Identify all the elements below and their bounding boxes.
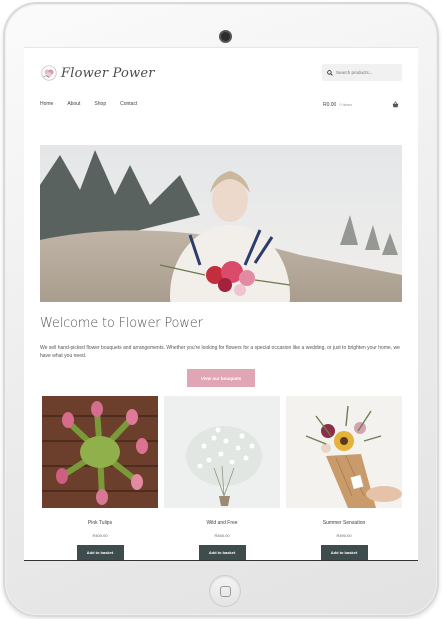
product-name[interactable]: Summer Sensation xyxy=(286,520,402,526)
add-to-basket-button[interactable]: Add to basket xyxy=(198,545,246,560)
nav-item-contact[interactable]: Contact xyxy=(120,101,137,107)
add-to-basket-button[interactable]: Add to basket xyxy=(76,545,124,560)
product-name[interactable]: Wild and Free xyxy=(164,520,280,526)
product-card: Pink Tulips R400.00 Add to basket xyxy=(42,396,158,560)
welcome-heading: Welcome to Flower Power xyxy=(40,316,203,331)
product-card: Wild and Free R450.00 Add to basket xyxy=(164,396,280,560)
camera-icon xyxy=(219,30,232,43)
nav-item-about[interactable]: About xyxy=(67,101,80,107)
pink-tulips-photo-icon xyxy=(42,396,158,508)
bride-with-bouquet-photo-icon xyxy=(40,145,402,302)
search-box[interactable] xyxy=(322,64,402,81)
flower-logo-icon xyxy=(41,65,57,81)
product-image[interactable] xyxy=(42,396,158,508)
cart-link[interactable]: R0.00 0 items xyxy=(323,101,399,108)
home-square-icon xyxy=(220,586,231,597)
product-price: R490.00 xyxy=(336,533,352,538)
product-image[interactable] xyxy=(286,396,402,508)
product-name[interactable]: Pink Tulips xyxy=(42,520,158,526)
product-price: R400.00 xyxy=(92,533,108,538)
view-bouquets-button[interactable]: View our bouquets xyxy=(187,369,255,387)
search-icon xyxy=(327,69,333,76)
screen: Flower Power Home About Shop Contact R0.… xyxy=(24,47,418,561)
site-header: Flower Power Home About Shop Contact R0.… xyxy=(24,48,418,158)
sunflower-bouquet-photo-icon xyxy=(286,396,402,508)
hero-image xyxy=(40,145,402,302)
cart-count: 0 items xyxy=(339,102,353,107)
home-button[interactable] xyxy=(209,575,241,607)
main-nav: Home About Shop Contact xyxy=(40,101,151,107)
product-card: Summer Sensation R490.00 Add to basket xyxy=(286,396,402,560)
search-input[interactable] xyxy=(336,70,396,75)
intro-text: We sell hand-picked flower bouquets and … xyxy=(40,345,400,359)
cart-total: R0.00 xyxy=(323,101,337,108)
logo-text: Flower Power xyxy=(61,65,155,81)
white-flowers-photo-icon xyxy=(164,396,280,508)
product-image[interactable] xyxy=(164,396,280,508)
product-price: R450.00 xyxy=(214,533,230,538)
site-logo[interactable]: Flower Power xyxy=(40,64,155,82)
nav-item-shop[interactable]: Shop xyxy=(94,101,106,107)
basket-icon xyxy=(392,101,399,108)
add-to-basket-button[interactable]: Add to basket xyxy=(320,545,368,560)
nav-item-home[interactable]: Home xyxy=(40,101,53,107)
